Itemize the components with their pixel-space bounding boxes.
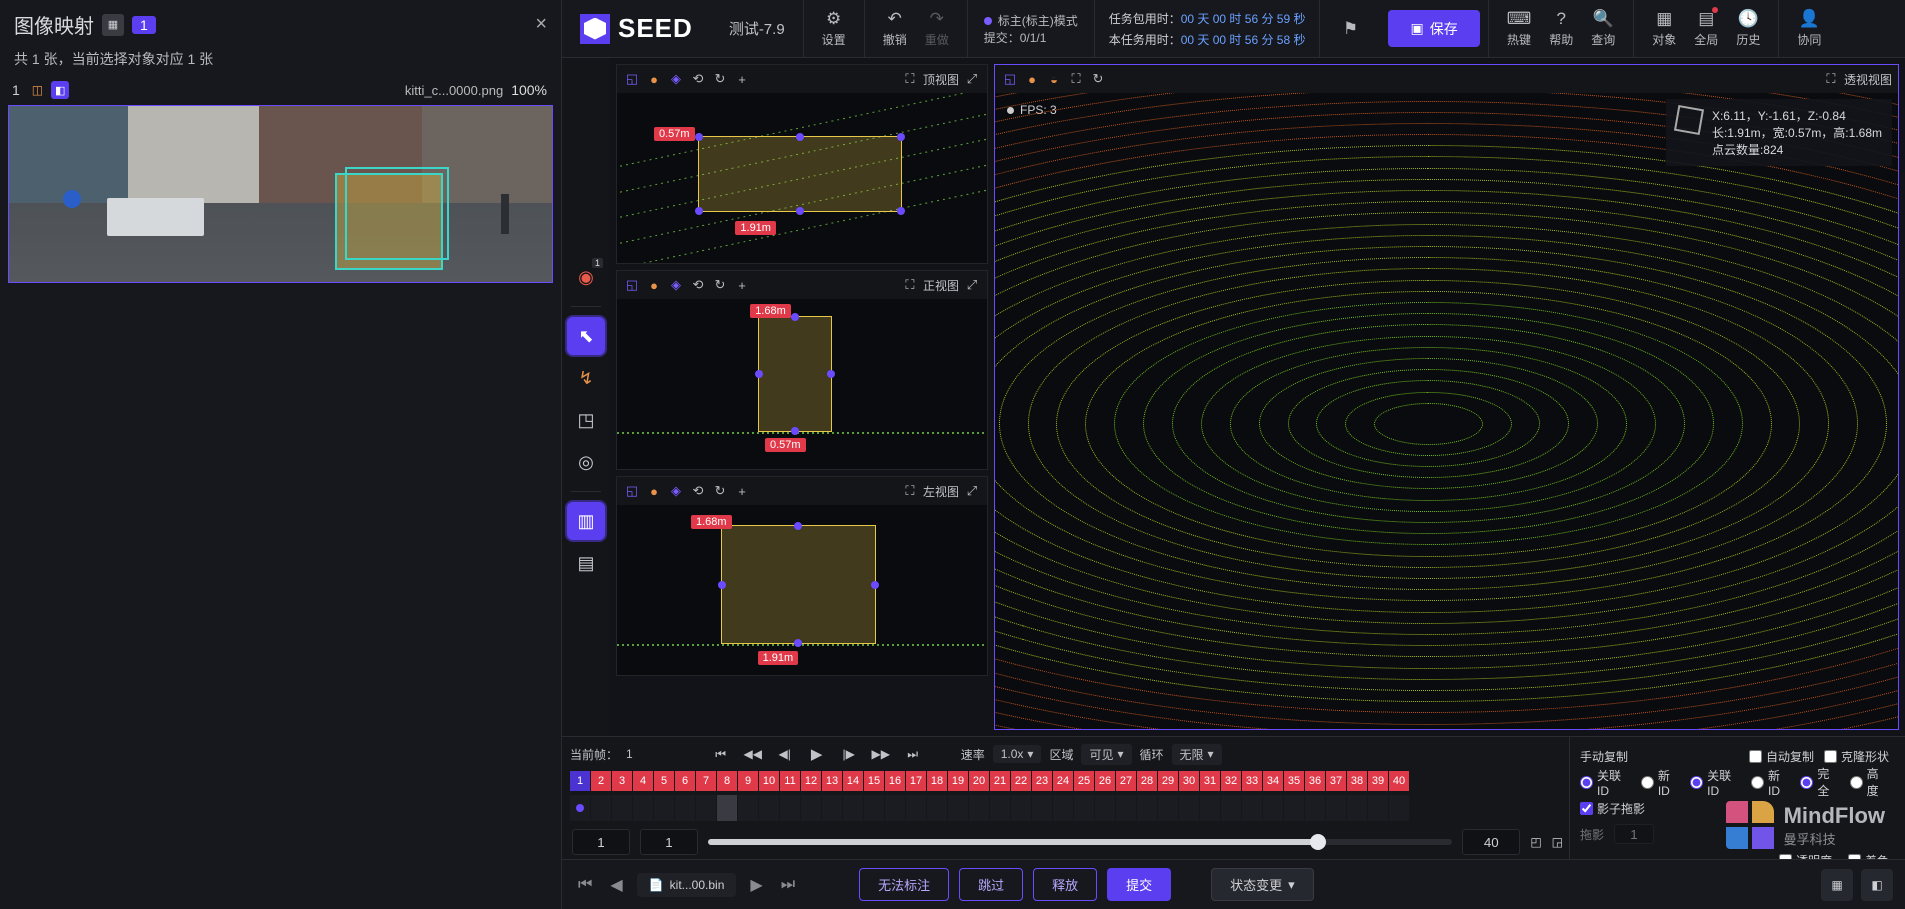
- crop-out-icon[interactable]: ◲: [1552, 835, 1563, 849]
- current-file[interactable]: 📄 kit...00.bin: [637, 873, 737, 897]
- project-name: 测试-7.9: [711, 0, 803, 57]
- thumb-index: 1: [8, 82, 24, 98]
- top-view-canvas[interactable]: 0.57m 1.91m: [617, 93, 987, 263]
- query-button[interactable]: 🔍查询: [1583, 5, 1623, 52]
- undo-button[interactable]: ↶撤销: [875, 5, 915, 52]
- step-fwd-button[interactable]: |▶: [837, 742, 861, 766]
- release-button[interactable]: 释放: [1033, 868, 1097, 901]
- tool-sphere[interactable]: ◎: [567, 443, 605, 481]
- tool-layout-2[interactable]: ▤: [567, 544, 605, 582]
- panel-icon[interactable]: ▦: [102, 14, 124, 36]
- fullscreen-icon[interactable]: ⛶: [901, 70, 919, 88]
- save-button[interactable]: ▣保存: [1388, 10, 1479, 47]
- submit-button[interactable]: 提交: [1107, 868, 1171, 901]
- view-add-icon[interactable]: +: [733, 70, 751, 88]
- height-radio[interactable]: 高度: [1850, 765, 1889, 799]
- redo-button[interactable]: ↷重做: [917, 5, 957, 52]
- left-view-panel: ◱●◈⟲↻+ ⛶ 左视图⤢ 1.68m 1.91m: [616, 476, 988, 676]
- view-refresh-icon[interactable]: ↻: [711, 70, 729, 88]
- perspective-canvas[interactable]: FPS: 3 X:6.11，Y:-1.61，Z:-0.84 长:1.91m，宽:…: [995, 93, 1898, 729]
- loop-select[interactable]: 无限▾: [1172, 744, 1222, 765]
- next-file-button[interactable]: ⏭: [777, 872, 799, 898]
- palette-icon[interactable]: ◧: [1861, 869, 1893, 901]
- grid-toggle-icon[interactable]: ▦: [1821, 869, 1853, 901]
- drag-count-input[interactable]: [1614, 824, 1654, 844]
- settings-button[interactable]: ⚙设置: [814, 5, 854, 52]
- top-toolbar: SEED 测试-7.9 ⚙设置 ↶撤销 ↷重做 标主(标主)模式 提交：0/1/…: [562, 0, 1905, 58]
- perspective-view-panel: ◱●◒⛶↻ ⛶ 透视视图 FPS: 3 X:6.11，Y:-1.61，Z:-0.…: [994, 64, 1899, 730]
- region-select[interactable]: 可见▾: [1081, 744, 1131, 765]
- cube-icon[interactable]: ◧: [51, 81, 69, 99]
- next-frame-button[interactable]: ▶▶: [869, 742, 893, 766]
- collab-button[interactable]: 👤协同: [1789, 5, 1829, 52]
- front-view-canvas[interactable]: 1.68m 0.57m: [617, 299, 987, 469]
- cannot-annotate-button[interactable]: 无法标注: [859, 868, 949, 901]
- flag-button[interactable]: ⚑: [1330, 15, 1370, 43]
- view-cube-icon[interactable]: ◱: [623, 70, 641, 88]
- prev-frame-button[interactable]: ◀◀: [741, 742, 765, 766]
- cube-icon: [1674, 105, 1704, 135]
- skip-button[interactable]: 跳过: [959, 868, 1023, 901]
- selection-info: X:6.11，Y:-1.61，Z:-0.84 长:1.91m，宽:0.57m，高…: [1666, 99, 1892, 166]
- view-wireframe-icon[interactable]: ◈: [667, 70, 685, 88]
- first-frame-button[interactable]: ⏮: [709, 742, 733, 766]
- link-id-radio-1[interactable]: 关联ID: [1580, 767, 1631, 798]
- last-frame-button[interactable]: ⏭: [901, 742, 925, 766]
- prev-button[interactable]: ◀: [606, 871, 626, 899]
- view-solid-icon[interactable]: ●: [645, 70, 663, 88]
- panel-subtitle: 共 1 张，当前选择对象对应 1 张: [0, 49, 561, 81]
- status-change-button[interactable]: 状态变更▾: [1211, 868, 1314, 901]
- frame-track[interactable]: [562, 795, 1573, 825]
- range-slider[interactable]: [708, 839, 1452, 845]
- top-view-panel: ◱ ● ◈ ⟲ ↻ + ⛶ 顶视图 ⤢: [616, 64, 988, 264]
- new-id-radio-2[interactable]: 新ID: [1751, 767, 1790, 798]
- mode-indicator: 标主(标主)模式 提交：0/1/1: [967, 0, 1094, 57]
- rate-select[interactable]: 1.0x▾: [993, 745, 1042, 763]
- prev-file-button[interactable]: ⏮: [574, 872, 596, 898]
- full-radio[interactable]: 完全: [1800, 765, 1839, 799]
- tool-box[interactable]: ◳: [567, 401, 605, 439]
- new-id-radio-1[interactable]: 新ID: [1641, 767, 1680, 798]
- bottom-bar: ⏮ ◀ 📄 kit...00.bin ▶ ⏭ 无法标注 跳过 释放 提交 状态变…: [562, 859, 1905, 909]
- panel-count-badge: 1: [132, 16, 156, 34]
- crop-in-icon[interactable]: ◰: [1530, 835, 1541, 849]
- play-button[interactable]: ▶: [805, 742, 829, 766]
- next-button[interactable]: ▶: [746, 871, 766, 899]
- auto-copy-checkbox[interactable]: 自动复制: [1749, 748, 1814, 765]
- thumb-zoom: 100%: [511, 82, 553, 98]
- history-button[interactable]: 🕓历史: [1728, 5, 1768, 52]
- clone-shape-checkbox[interactable]: 克隆形状: [1824, 748, 1889, 765]
- range-start-input[interactable]: [572, 829, 630, 855]
- left-view-canvas[interactable]: 1.68m 1.91m: [617, 505, 987, 675]
- hotkey-button[interactable]: ⌨热键: [1499, 5, 1540, 52]
- panel-title: 图像映射: [14, 10, 94, 39]
- tool-column: ◉1 ⬉ ↯ ◳ ◎ ▥ ▤: [562, 58, 610, 736]
- close-icon[interactable]: ×: [535, 13, 547, 36]
- tool-axis[interactable]: ↯: [567, 359, 605, 397]
- front-view-panel: ◱●◈⟲↻+ ⛶ 正视图⤢ 1.68m 0.57m: [616, 270, 988, 470]
- shadow-drag-checkbox[interactable]: 影子拖影: [1580, 800, 1645, 817]
- app-logo: SEED: [562, 0, 711, 57]
- thumbnail-image[interactable]: [8, 105, 553, 283]
- thumb-filename: kitti_c...0000.png: [405, 83, 503, 98]
- view-reset-icon[interactable]: ⟲: [689, 70, 707, 88]
- tool-select[interactable]: ⬉: [567, 317, 605, 355]
- global-button[interactable]: ▤全局: [1686, 5, 1726, 52]
- expand-icon[interactable]: ⤢: [963, 70, 981, 88]
- brand-watermark: MindFlow曼孚科技: [1726, 801, 1885, 849]
- help-button[interactable]: ?帮助: [1541, 5, 1581, 52]
- time-panel: 任务包用时：00 天 00 时 56 分 59 秒 本任务用时：00 天 00 …: [1094, 0, 1320, 57]
- frame-ruler[interactable]: 1234567891011121314151617181920212223242…: [562, 771, 1573, 795]
- link-id-radio-2[interactable]: 关联ID: [1690, 767, 1741, 798]
- crop-icon[interactable]: ◫: [32, 83, 43, 97]
- timeline-panel: 当前帧： 1 ⏮ ◀◀ ◀| ▶ |▶ ▶▶ ⏭ 速率 1.0x▾ 区域 可见▾…: [562, 736, 1905, 859]
- range-end-input[interactable]: [1462, 829, 1520, 855]
- tool-layout-1[interactable]: ▥: [567, 502, 605, 540]
- object-button[interactable]: ▦对象: [1644, 5, 1684, 52]
- image-mapping-panel: 图像映射 ▦ 1 × 共 1 张，当前选择对象对应 1 张 1 ◫ ◧ kitt…: [0, 0, 562, 909]
- range-cursor-input[interactable]: [640, 829, 698, 855]
- tool-cube-red[interactable]: ◉1: [567, 258, 605, 296]
- step-back-button[interactable]: ◀|: [773, 742, 797, 766]
